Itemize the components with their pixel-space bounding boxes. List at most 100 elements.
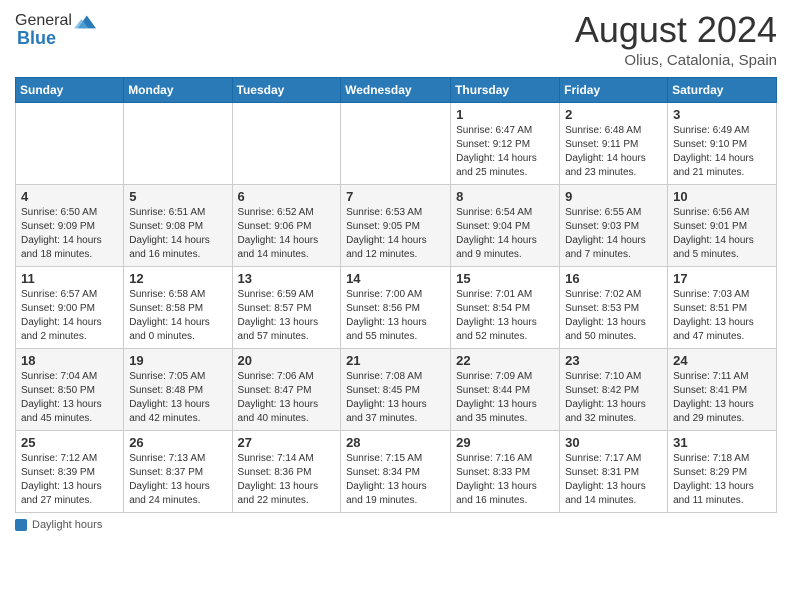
day-number: 17 — [673, 271, 771, 286]
calendar-cell — [16, 102, 124, 184]
calendar-day-header: Thursday — [451, 77, 560, 102]
day-info: Sunrise: 7:02 AM Sunset: 8:53 PM Dayligh… — [565, 288, 662, 344]
day-number: 13 — [238, 271, 336, 286]
calendar-day-header: Tuesday — [232, 77, 341, 102]
daylight-label: Daylight hours — [32, 519, 102, 531]
calendar-cell: 23Sunrise: 7:10 AM Sunset: 8:42 PM Dayli… — [560, 348, 668, 430]
calendar-cell: 29 Sunrise: 7:16 AM Sunset: 8:33 PM Dayli… — [451, 430, 560, 512]
calendar-week-row: 11Sunrise: 6:57 AM Sunset: 9:00 PM Dayli… — [16, 266, 777, 348]
day-number: 20 — [238, 353, 336, 368]
day-number: 19 — [129, 353, 226, 368]
calendar-cell: 22 Sunrise: 7:09 AM Sunset: 8:44 PM Dayli… — [451, 348, 560, 430]
calendar-cell: 5 Sunrise: 6:51 AM Sunset: 9:08 PM Daylig… — [124, 184, 232, 266]
calendar-week-row: 4Sunrise: 6:50 AM Sunset: 9:09 PM Daylig… — [16, 184, 777, 266]
day-number: 18 — [21, 353, 118, 368]
calendar-cell: 10Sunrise: 6:56 AM Sunset: 9:01 PM Dayli… — [668, 184, 777, 266]
calendar-cell: 31 Sunrise: 7:18 AM Sunset: 8:29 PM Dayli… — [668, 430, 777, 512]
calendar-cell: 13 Sunrise: 6:59 AM Sunset: 8:57 PM Dayli… — [232, 266, 341, 348]
calendar-day-header: Sunday — [16, 77, 124, 102]
calendar-title: August 2024 — [575, 10, 777, 50]
day-number: 3 — [673, 107, 771, 122]
calendar-cell: 19 Sunrise: 7:05 AM Sunset: 8:48 PM Dayli… — [124, 348, 232, 430]
day-info: Sunrise: 7:05 AM Sunset: 8:48 PM Dayligh… — [129, 370, 226, 426]
calendar-week-row: 25 Sunrise: 7:12 AM Sunset: 8:39 PM Dayli… — [16, 430, 777, 512]
day-number: 25 — [21, 435, 118, 450]
calendar-day-header: Friday — [560, 77, 668, 102]
day-info: Sunrise: 6:55 AM Sunset: 9:03 PM Dayligh… — [565, 206, 662, 262]
calendar-cell: 6Sunrise: 6:52 AM Sunset: 9:06 PM Daylig… — [232, 184, 341, 266]
calendar-day-header: Monday — [124, 77, 232, 102]
day-info: Sunrise: 7:16 AM Sunset: 8:33 PM Dayligh… — [456, 452, 554, 508]
day-number: 9 — [565, 189, 662, 204]
day-number: 23 — [565, 353, 662, 368]
day-info: Sunrise: 6:51 AM Sunset: 9:08 PM Dayligh… — [129, 206, 226, 262]
day-info: Sunrise: 6:48 AM Sunset: 9:11 PM Dayligh… — [565, 124, 662, 180]
day-number: 4 — [21, 189, 118, 204]
calendar-cell: 26Sunrise: 7:13 AM Sunset: 8:37 PM Dayli… — [124, 430, 232, 512]
calendar-cell: 3 Sunrise: 6:49 AM Sunset: 9:10 PM Daylig… — [668, 102, 777, 184]
footer: Daylight hours — [15, 519, 777, 531]
calendar-cell — [341, 102, 451, 184]
calendar-cell: 24Sunrise: 7:11 AM Sunset: 8:41 PM Dayli… — [668, 348, 777, 430]
calendar-cell — [124, 102, 232, 184]
day-info: Sunrise: 6:52 AM Sunset: 9:06 PM Dayligh… — [238, 206, 336, 262]
day-info: Sunrise: 7:08 AM Sunset: 8:45 PM Dayligh… — [346, 370, 445, 426]
day-number: 21 — [346, 353, 445, 368]
day-number: 29 — [456, 435, 554, 450]
day-info: Sunrise: 6:59 AM Sunset: 8:57 PM Dayligh… — [238, 288, 336, 344]
calendar-cell: 11Sunrise: 6:57 AM Sunset: 9:00 PM Dayli… — [16, 266, 124, 348]
day-info: Sunrise: 7:12 AM Sunset: 8:39 PM Dayligh… — [21, 452, 118, 508]
day-info: Sunrise: 6:53 AM Sunset: 9:05 PM Dayligh… — [346, 206, 445, 262]
day-number: 31 — [673, 435, 771, 450]
calendar-location: Olius, Catalonia, Spain — [575, 52, 777, 69]
day-number: 22 — [456, 353, 554, 368]
calendar-cell: 9 Sunrise: 6:55 AM Sunset: 9:03 PM Daylig… — [560, 184, 668, 266]
calendar-cell: 18 Sunrise: 7:04 AM Sunset: 8:50 PM Dayli… — [16, 348, 124, 430]
day-info: Sunrise: 7:14 AM Sunset: 8:36 PM Dayligh… — [238, 452, 336, 508]
calendar-cell: 1 Sunrise: 6:47 AM Sunset: 9:12 PM Daylig… — [451, 102, 560, 184]
calendar-cell: 14Sunrise: 7:00 AM Sunset: 8:56 PM Dayli… — [341, 266, 451, 348]
calendar-cell: 27 Sunrise: 7:14 AM Sunset: 8:36 PM Dayli… — [232, 430, 341, 512]
day-info: Sunrise: 7:15 AM Sunset: 8:34 PM Dayligh… — [346, 452, 445, 508]
day-number: 10 — [673, 189, 771, 204]
day-number: 28 — [346, 435, 445, 450]
calendar-day-header: Wednesday — [341, 77, 451, 102]
calendar-cell: 4Sunrise: 6:50 AM Sunset: 9:09 PM Daylig… — [16, 184, 124, 266]
day-info: Sunrise: 7:04 AM Sunset: 8:50 PM Dayligh… — [21, 370, 118, 426]
calendar-table: SundayMondayTuesdayWednesdayThursdayFrid… — [15, 77, 777, 513]
day-info: Sunrise: 7:09 AM Sunset: 8:44 PM Dayligh… — [456, 370, 554, 426]
daylight-icon — [15, 519, 27, 531]
calendar-cell: 25 Sunrise: 7:12 AM Sunset: 8:39 PM Dayli… — [16, 430, 124, 512]
day-info: Sunrise: 6:47 AM Sunset: 9:12 PM Dayligh… — [456, 124, 554, 180]
day-number: 12 — [129, 271, 226, 286]
day-info: Sunrise: 7:18 AM Sunset: 8:29 PM Dayligh… — [673, 452, 771, 508]
day-info: Sunrise: 7:11 AM Sunset: 8:41 PM Dayligh… — [673, 370, 771, 426]
day-number: 11 — [21, 271, 118, 286]
day-number: 1 — [456, 107, 554, 122]
logo-blue-text: Blue — [17, 28, 96, 49]
day-info: Sunrise: 7:17 AM Sunset: 8:31 PM Dayligh… — [565, 452, 662, 508]
day-info: Sunrise: 6:49 AM Sunset: 9:10 PM Dayligh… — [673, 124, 771, 180]
calendar-cell: 30Sunrise: 7:17 AM Sunset: 8:31 PM Dayli… — [560, 430, 668, 512]
day-number: 14 — [346, 271, 445, 286]
calendar-cell — [232, 102, 341, 184]
day-info: Sunrise: 6:58 AM Sunset: 8:58 PM Dayligh… — [129, 288, 226, 344]
calendar-cell: 2 Sunrise: 6:48 AM Sunset: 9:11 PM Daylig… — [560, 102, 668, 184]
day-number: 5 — [129, 189, 226, 204]
title-block: August 2024 Olius, Catalonia, Spain — [575, 10, 777, 69]
calendar-cell: 8Sunrise: 6:54 AM Sunset: 9:04 PM Daylig… — [451, 184, 560, 266]
logo: General Blue — [15, 10, 96, 49]
calendar-cell: 17Sunrise: 7:03 AM Sunset: 8:51 PM Dayli… — [668, 266, 777, 348]
day-number: 27 — [238, 435, 336, 450]
day-info: Sunrise: 7:13 AM Sunset: 8:37 PM Dayligh… — [129, 452, 226, 508]
calendar-cell: 28 Sunrise: 7:15 AM Sunset: 8:34 PM Dayli… — [341, 430, 451, 512]
calendar-cell: 20 Sunrise: 7:06 AM Sunset: 8:47 PM Dayli… — [232, 348, 341, 430]
calendar-cell: 12 Sunrise: 6:58 AM Sunset: 8:58 PM Dayli… — [124, 266, 232, 348]
calendar-week-row: 18 Sunrise: 7:04 AM Sunset: 8:50 PM Dayli… — [16, 348, 777, 430]
page: General Blue August 2024 Olius, Cataloni… — [0, 0, 792, 612]
calendar-header-row: SundayMondayTuesdayWednesdayThursdayFrid… — [16, 77, 777, 102]
day-info: Sunrise: 7:06 AM Sunset: 8:47 PM Dayligh… — [238, 370, 336, 426]
day-number: 2 — [565, 107, 662, 122]
calendar-cell: 15Sunrise: 7:01 AM Sunset: 8:54 PM Dayli… — [451, 266, 560, 348]
day-info: Sunrise: 7:01 AM Sunset: 8:54 PM Dayligh… — [456, 288, 554, 344]
